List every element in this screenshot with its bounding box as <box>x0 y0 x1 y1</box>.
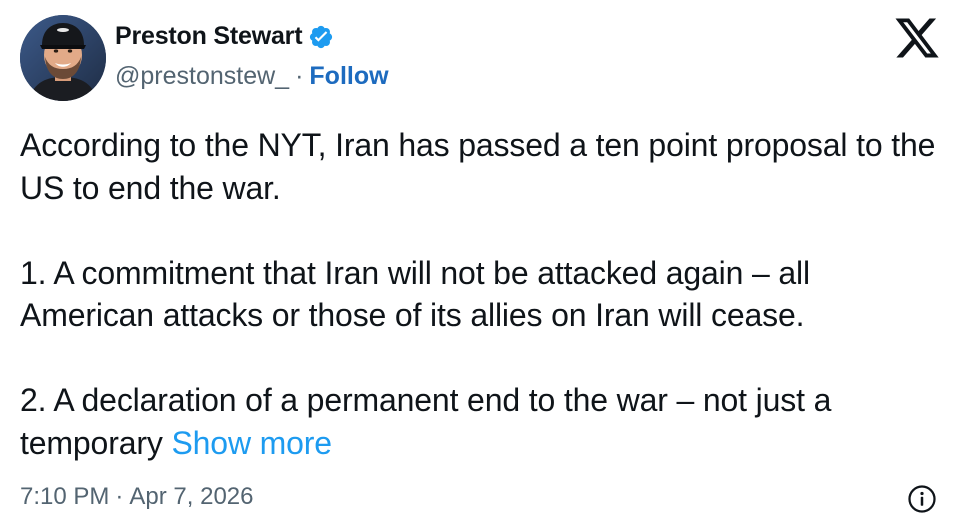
tweet-embed-card: Preston Stewart @prestonstew_ · Follow A… <box>0 0 960 532</box>
x-logo-icon[interactable] <box>893 16 941 60</box>
handle-row: @prestonstew_ · Follow <box>115 62 389 91</box>
author-handle[interactable]: @prestonstew_ <box>115 62 289 91</box>
handle-separator: · <box>295 62 304 90</box>
tweet-paragraph-point-2: 2. A declaration of a permanent end to t… <box>20 379 948 464</box>
tweet-time: 7:10 PM <box>20 483 110 510</box>
tweet-date: Apr 7, 2026 <box>129 483 254 510</box>
point-2-text: 2. A declaration of a permanent end to t… <box>20 382 832 461</box>
author-avatar[interactable] <box>20 15 106 101</box>
follow-button[interactable]: Follow <box>309 62 388 91</box>
show-more-link[interactable]: Show more <box>171 425 332 461</box>
timestamp-separator: · <box>115 483 124 510</box>
author-name-row: Preston Stewart <box>115 22 334 51</box>
avatar-image <box>20 15 106 101</box>
tweet-paragraph-point-1: 1. A commitment that Iran will not be at… <box>20 254 810 334</box>
tweet-timestamp[interactable]: 7:10 PM · Apr 7, 2026 <box>20 483 253 511</box>
tweet-paragraph-intro: According to the NYT, Iran has passed a … <box>20 127 936 206</box>
verified-badge-icon <box>308 24 334 50</box>
tweet-body: According to the NYT, Iran has passed a … <box>20 124 948 464</box>
info-icon[interactable] <box>907 484 937 514</box>
author-name[interactable]: Preston Stewart <box>115 22 303 51</box>
